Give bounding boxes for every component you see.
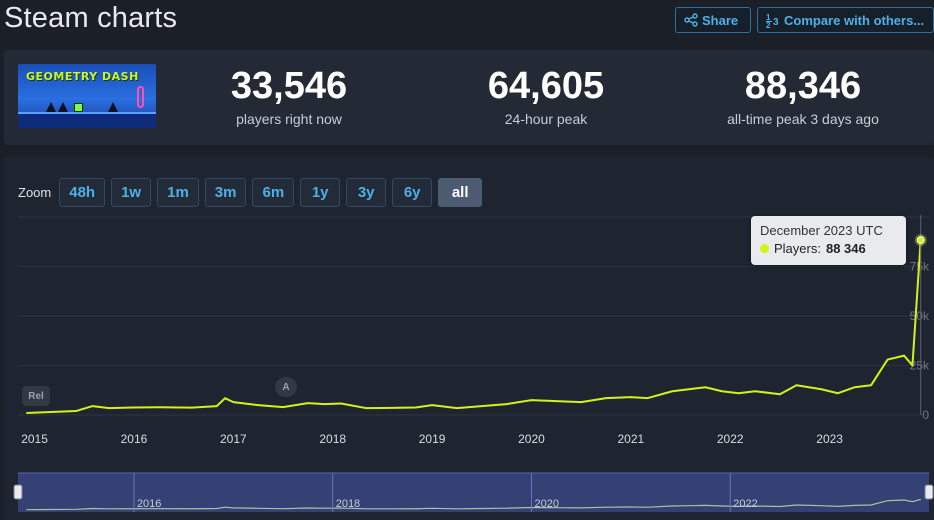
share-label: Share [702, 12, 739, 28]
cube-shape [74, 103, 83, 112]
x-tick-label: 2020 [518, 432, 545, 446]
share-icon [684, 13, 698, 27]
zoom-controls: Zoom 48h 1w 1m 3m 6m 1y 3y 6y all [18, 177, 483, 207]
stat-players-now: 33,546 players right now [184, 65, 394, 127]
all-time-peak-value: 88,346 [744, 65, 862, 107]
x-tick-label: 2022 [717, 432, 744, 446]
svg-text:2: 2 [766, 21, 771, 28]
zoom-1m-button[interactable]: 1m [157, 177, 199, 207]
navigator-tick-label: 2018 [336, 498, 360, 510]
game-thumbnail[interactable]: GEOMETRY DASH [18, 64, 156, 128]
navigator-handle-left[interactable] [13, 484, 23, 500]
svg-text:3: 3 [773, 17, 779, 28]
peak-24h-value: 64,605 [487, 65, 605, 107]
chart-panel: 0 25k 50k 75k 2015 2016 2017 2018 2019 2020 2021 20… [4, 157, 934, 520]
players-now-value: 33,546 [230, 65, 348, 107]
compare-icon: 123 [766, 13, 780, 28]
navigator-tick-label: 2020 [534, 498, 558, 510]
share-button[interactable]: Share [675, 7, 751, 33]
x-tick-label: 2017 [220, 432, 247, 446]
tooltip-value: 88 346 [825, 241, 866, 256]
ground-shape [18, 112, 156, 128]
compare-label: Compare with others... [784, 12, 925, 28]
y-tick-label: 50k [910, 309, 930, 323]
zoom-48h-button[interactable]: 48h [59, 177, 106, 207]
x-tick-label: 2016 [121, 432, 148, 446]
game-logo: GEOMETRY DASH [26, 70, 139, 83]
zoom-3y-button[interactable]: 3y [346, 177, 387, 207]
series-dot-icon [760, 244, 769, 253]
x-tick-label: 2023 [816, 432, 843, 446]
compare-button[interactable]: 123 Compare with others... [757, 7, 934, 33]
stat-24h-peak: 64,605 24-hour peak [441, 65, 651, 127]
x-tick-label: 2021 [618, 432, 645, 446]
all-time-peak-label: all-time peak 3 days ago [727, 111, 879, 127]
zoom-3m-button[interactable]: 3m [204, 177, 247, 207]
players-now-label: players right now [236, 111, 342, 127]
player-chart[interactable]: 025k50k75k2015 2016 2017 2018 2019 2020 2021 20… [4, 157, 934, 520]
zoom-6y-button[interactable]: 6y [392, 177, 433, 207]
zoom-1y-button[interactable]: 1y [300, 177, 341, 207]
spike-shape [108, 102, 118, 112]
hover-point [916, 236, 925, 245]
x-tick-label: 2018 [319, 432, 346, 446]
zoom-6m-button[interactable]: 6m [252, 177, 295, 207]
zoom-label: Zoom [18, 184, 52, 200]
y-tick-label: 0 [922, 408, 929, 422]
annotation-flag[interactable]: A [275, 377, 297, 397]
peak-24h-label: 24-hour peak [504, 111, 588, 127]
spike-shape [58, 102, 68, 112]
x-tick-label: 2019 [419, 432, 446, 446]
stat-all-time-peak: 88,346 all-time peak 3 days ago [698, 65, 908, 127]
chart-tooltip: December 2023 UTC Players: 88 346 [751, 216, 906, 265]
zoom-all-button[interactable]: all [438, 177, 483, 207]
tooltip-date: December 2023 UTC [760, 223, 883, 238]
x-tick-label: 2015 [21, 432, 48, 446]
stats-panel: GEOMETRY DASH 33,546 players right now 6… [4, 50, 934, 145]
release-flag[interactable]: Rel [22, 386, 50, 406]
page-title: Steam charts [4, 2, 178, 34]
navigator-handle-right[interactable] [924, 484, 934, 500]
tooltip-series-label: Players: [774, 241, 821, 256]
navigator-tick-label: 2022 [733, 498, 757, 510]
zoom-1w-button[interactable]: 1w [111, 177, 152, 207]
spike-shape [46, 102, 56, 112]
navigator-tick-label: 2016 [137, 498, 161, 510]
portal-shape [137, 86, 144, 108]
